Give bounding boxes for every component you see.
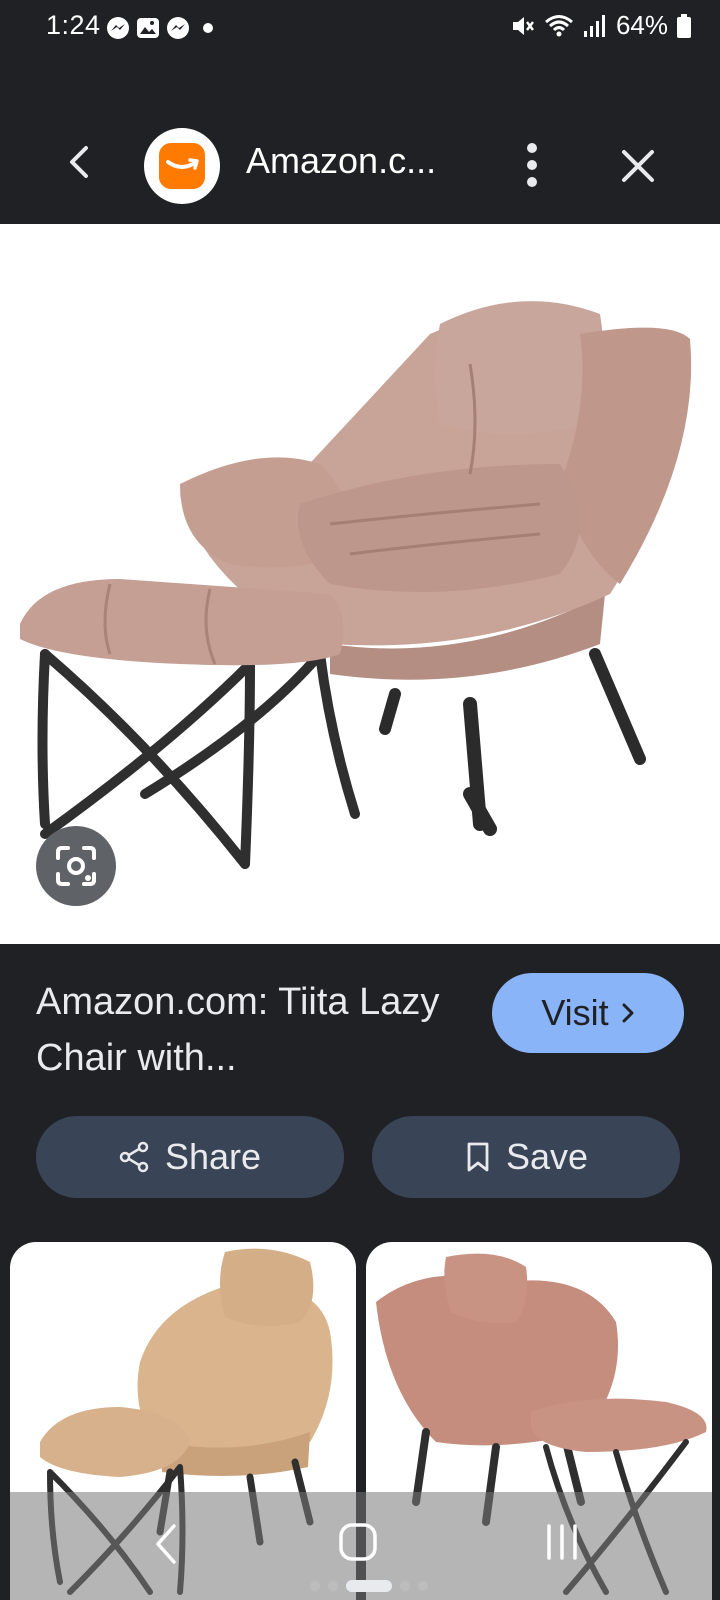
more-vert-icon [527, 143, 537, 187]
close-icon [622, 150, 654, 182]
gallery-icon [137, 18, 159, 38]
nav-recents-button[interactable] [544, 1522, 580, 1567]
visit-label: Visit [541, 992, 609, 1033]
save-button[interactable]: Save [372, 1116, 680, 1198]
share-button[interactable]: Share [36, 1116, 344, 1198]
viewer-top-bar: Amazon.c... [0, 110, 720, 220]
battery-icon [677, 13, 691, 38]
chevron-left-icon [70, 146, 88, 178]
system-icons: 64% [510, 10, 692, 41]
dot-icon [203, 23, 213, 33]
page-dot-active [346, 1580, 392, 1592]
wifi-icon [544, 14, 573, 36]
result-title[interactable]: Amazon.com: Tiita Lazy Chair with... [36, 974, 456, 1086]
site-favicon [144, 128, 220, 204]
product-image[interactable] [0, 224, 720, 944]
status-bar: 1:24 64% [0, 0, 720, 56]
nav-home-icon [339, 1523, 377, 1561]
battery-percent: 64% [615, 10, 668, 40]
amazon-logo-icon [159, 143, 205, 189]
signal-icon [583, 14, 605, 37]
google-lens-button[interactable] [36, 826, 116, 906]
save-label: Save [505, 1136, 589, 1177]
chevron-right-icon [622, 1003, 634, 1023]
back-button[interactable] [58, 140, 102, 184]
page-dot [418, 1581, 428, 1591]
notification-icons [106, 16, 220, 40]
google-lens-icon [56, 846, 96, 886]
page-indicator [310, 1580, 428, 1592]
nav-recents-icon [547, 1524, 577, 1560]
bookmark-icon [467, 1142, 489, 1172]
nav-back-button[interactable] [152, 1522, 180, 1571]
visit-button[interactable]: Visit [492, 973, 684, 1053]
more-options-button[interactable] [508, 140, 556, 190]
mute-icon [512, 16, 534, 35]
nav-back-icon [156, 1524, 176, 1564]
page-dot [400, 1581, 410, 1591]
site-title[interactable]: Amazon.c... [246, 140, 436, 182]
lazy-chair-with-ottoman-image [20, 301, 692, 869]
share-icon [119, 1141, 149, 1173]
messenger-icon [167, 17, 189, 39]
page-dot [310, 1581, 320, 1591]
status-time: 1:24 [46, 10, 101, 40]
page-dot [328, 1581, 338, 1591]
close-button[interactable] [616, 144, 660, 188]
messenger-icon [107, 17, 129, 39]
share-label: Share [164, 1136, 262, 1177]
system-navigation-bar [10, 1492, 712, 1600]
nav-home-button[interactable] [338, 1522, 378, 1567]
